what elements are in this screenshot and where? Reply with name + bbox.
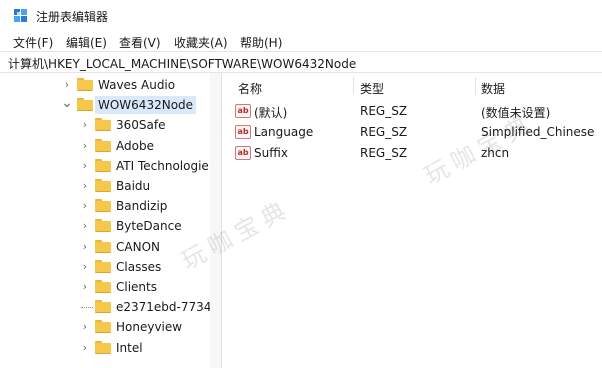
folder-icon — [95, 340, 111, 354]
folder-icon — [77, 98, 93, 112]
values-list-pane[interactable]: 名称 类型 数据 ab (默认) REG_SZ (数值未设置) ab Langu… — [223, 73, 602, 368]
tree-item-label: Baidu — [116, 179, 151, 193]
column-separator[interactable] — [353, 77, 354, 95]
folder-icon — [95, 199, 111, 213]
tree-scrollbar[interactable] — [210, 73, 221, 368]
tree-item[interactable]: › Baidu — [0, 176, 210, 196]
registry-editor-icon — [14, 9, 27, 22]
tree-item-label: 360Safe — [116, 118, 166, 133]
tree-connector — [81, 307, 93, 309]
value-data: Simplified_Chinese — [481, 125, 595, 139]
column-header-type[interactable]: 类型 — [360, 80, 384, 97]
registry-editor-window: 注册表编辑器 文件(F) 编辑(E) 查看(V) 收藏夹(A) 帮助(H) 计算… — [0, 0, 602, 368]
chevron-right-icon[interactable]: › — [79, 159, 91, 173]
address-bar[interactable]: 计算机\HKEY_LOCAL_MACHINE\SOFTWARE\WOW6432N… — [0, 51, 602, 73]
value-name: Language — [254, 125, 314, 139]
folder-icon — [95, 300, 111, 314]
menu-help[interactable]: 帮助(H) — [240, 34, 282, 51]
key-tree-pane[interactable]: › Waves Audio ⌄ WOW6432Node › 360Safe › Adobe › A… — [0, 73, 222, 368]
chevron-right-icon[interactable]: › — [79, 139, 91, 153]
value-data: (数值未设置) — [481, 106, 551, 120]
folder-icon — [95, 280, 111, 293]
folder-icon — [77, 78, 93, 91]
string-value-icon: ab — [235, 104, 251, 118]
tree-item[interactable]: › Waves Audio — [0, 75, 210, 95]
folder-icon — [95, 138, 111, 152]
chevron-right-icon[interactable]: › — [79, 280, 91, 294]
menu-bar: 文件(F) 编辑(E) 查看(V) 收藏夹(A) 帮助(H) — [0, 32, 602, 51]
column-separator[interactable] — [475, 77, 476, 95]
chevron-right-icon[interactable]: › — [79, 179, 91, 193]
title-bar[interactable]: 注册表编辑器 — [0, 0, 602, 32]
string-value-icon: ab — [235, 146, 251, 160]
chevron-right-icon[interactable]: › — [79, 341, 91, 355]
tree-item-label: Adobe — [116, 138, 154, 153]
value-row[interactable]: ab (默认) REG_SZ (数值未设置) — [223, 101, 602, 121]
value-type: REG_SZ — [360, 146, 408, 160]
tree-item[interactable]: › Bandizip — [0, 196, 210, 216]
column-header-data[interactable]: 数据 — [481, 80, 505, 97]
window-title: 注册表编辑器 — [36, 10, 109, 24]
chevron-right-icon[interactable]: › — [79, 219, 91, 233]
menu-favorites[interactable]: 收藏夹(A) — [174, 34, 228, 51]
folder-icon — [95, 158, 111, 172]
menu-file[interactable]: 文件(F) — [13, 34, 53, 51]
tree-item-label: Intel — [116, 340, 143, 355]
chevron-right-icon[interactable]: › — [79, 260, 91, 274]
tree-item-label: e2371ebd-7734 — [116, 300, 212, 315]
folder-icon — [95, 219, 111, 233]
tree-item[interactable]: ⌄ WOW6432Node — [0, 95, 210, 115]
chevron-down-icon[interactable]: ⌄ — [61, 96, 73, 112]
tree-item-label: ByteDance — [116, 219, 182, 234]
tree-item[interactable]: › 360Safe — [0, 115, 210, 135]
tree-item[interactable]: › Adobe — [0, 136, 210, 156]
string-value-icon: ab — [235, 125, 251, 139]
tree-item-label: Waves Audio — [98, 78, 176, 92]
menu-edit[interactable]: 编辑(E) — [66, 34, 107, 51]
tree-item-label: CANON — [116, 239, 160, 254]
chevron-right-icon[interactable]: › — [79, 320, 91, 334]
chevron-right-icon[interactable]: › — [79, 199, 91, 213]
value-row[interactable]: ab Language REG_SZ Simplified_Chinese — [223, 122, 602, 142]
folder-icon — [95, 179, 111, 192]
value-type: REG_SZ — [360, 125, 408, 139]
tree-item[interactable]: e2371ebd-7734 — [0, 297, 211, 317]
tree-item-label: Honeyview — [116, 320, 183, 335]
tree-item-label: Classes — [116, 259, 162, 274]
menu-view[interactable]: 查看(V) — [119, 34, 161, 51]
tree-item-label: Clients — [116, 280, 157, 294]
value-data: zhcn — [481, 146, 510, 160]
value-row[interactable]: ab Suffix REG_SZ zhcn — [223, 143, 602, 163]
tree-item-label: ATI Technologie — [116, 158, 209, 173]
folder-icon — [95, 320, 111, 334]
column-header-name[interactable]: 名称 — [238, 80, 262, 97]
value-type: REG_SZ — [360, 104, 408, 118]
tree-item-label: WOW6432Node — [95, 96, 197, 115]
folder-icon — [95, 118, 111, 132]
tree-item[interactable]: › ByteDance — [0, 216, 210, 236]
value-name: (默认) — [254, 106, 288, 120]
tree-item[interactable]: › Classes — [0, 257, 210, 277]
value-name: Suffix — [254, 146, 288, 160]
chevron-right-icon[interactable]: › — [79, 240, 91, 254]
folder-icon — [95, 239, 111, 253]
tree-item[interactable]: › Intel — [0, 338, 210, 358]
tree-item-label: Bandizip — [116, 199, 168, 214]
tree-item[interactable]: › ATI Technologie — [0, 156, 210, 176]
address-path[interactable]: 计算机\HKEY_LOCAL_MACHINE\SOFTWARE\WOW6432N… — [8, 55, 356, 72]
tree-item[interactable]: › Clients — [0, 277, 210, 297]
chevron-right-icon[interactable]: › — [79, 118, 91, 132]
tree-item[interactable]: › CANON — [0, 237, 210, 257]
tree-item[interactable]: › Honeyview — [0, 317, 210, 337]
folder-icon — [95, 259, 111, 273]
chevron-right-icon[interactable]: › — [61, 78, 73, 92]
